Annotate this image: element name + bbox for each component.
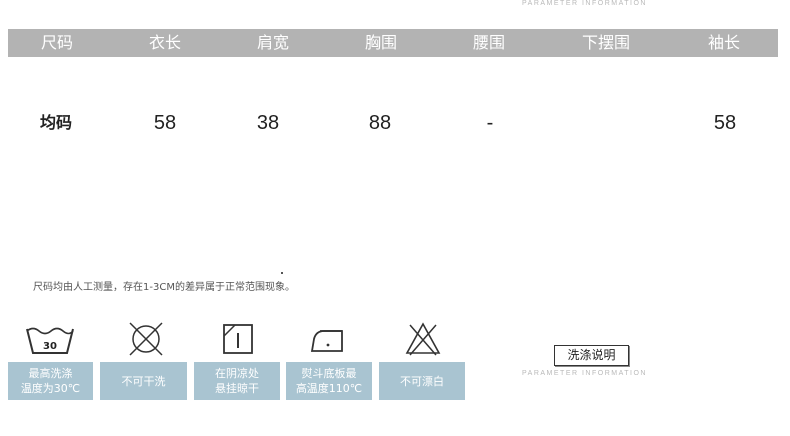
size-table-header: 尺码 衣长 肩宽 胸围 腰围 下摆围 袖长 bbox=[8, 29, 778, 57]
no-bleach-icon bbox=[402, 318, 444, 360]
header-chest: 胸围 bbox=[364, 33, 398, 52]
table-row: 均码 58 38 88 - 58 bbox=[0, 108, 790, 138]
iron-icon bbox=[306, 318, 352, 360]
header-hem: 下摆围 bbox=[581, 33, 631, 52]
top-caption: PARAMETER INFORMATION bbox=[522, 0, 647, 7]
care-label-wash: 最高洗涤 温度为30℃ bbox=[8, 362, 93, 400]
header-length: 衣长 bbox=[148, 33, 182, 52]
header-size: 尺码 bbox=[40, 33, 74, 52]
wash-30-icon: 30 bbox=[22, 318, 78, 360]
no-dry-clean-icon bbox=[124, 318, 168, 360]
header-shoulder: 肩宽 bbox=[256, 33, 290, 52]
dry-in-shade-icon bbox=[218, 318, 258, 360]
size-label: 均码 bbox=[39, 113, 73, 132]
wash-instructions-title: 洗涤说明 bbox=[554, 345, 629, 366]
header-sleeve: 袖长 bbox=[707, 33, 741, 52]
value-sleeve: 58 bbox=[713, 112, 737, 134]
value-shoulder: 38 bbox=[256, 112, 280, 134]
measurement-note: 尺码均由人工测量，存在1-3CM的差异属于正常范围现象。 bbox=[33, 282, 295, 293]
header-waist: 腰围 bbox=[472, 33, 506, 52]
value-length: 58 bbox=[153, 112, 177, 134]
care-label-no-dry-clean: 不可干洗 bbox=[100, 362, 187, 400]
care-label-iron: 熨斗底板最 高温度110℃ bbox=[286, 362, 372, 400]
care-label-no-bleach: 不可漂白 bbox=[379, 362, 465, 400]
value-waist: - bbox=[486, 112, 494, 134]
care-label-shade-dry: 在阴凉处 悬挂晾干 bbox=[194, 362, 280, 400]
stray-dot bbox=[281, 272, 283, 274]
wash-temp-text: 30 bbox=[43, 341, 57, 352]
bottom-caption: PARAMETER INFORMATION bbox=[522, 370, 647, 377]
value-chest: 88 bbox=[368, 112, 392, 134]
